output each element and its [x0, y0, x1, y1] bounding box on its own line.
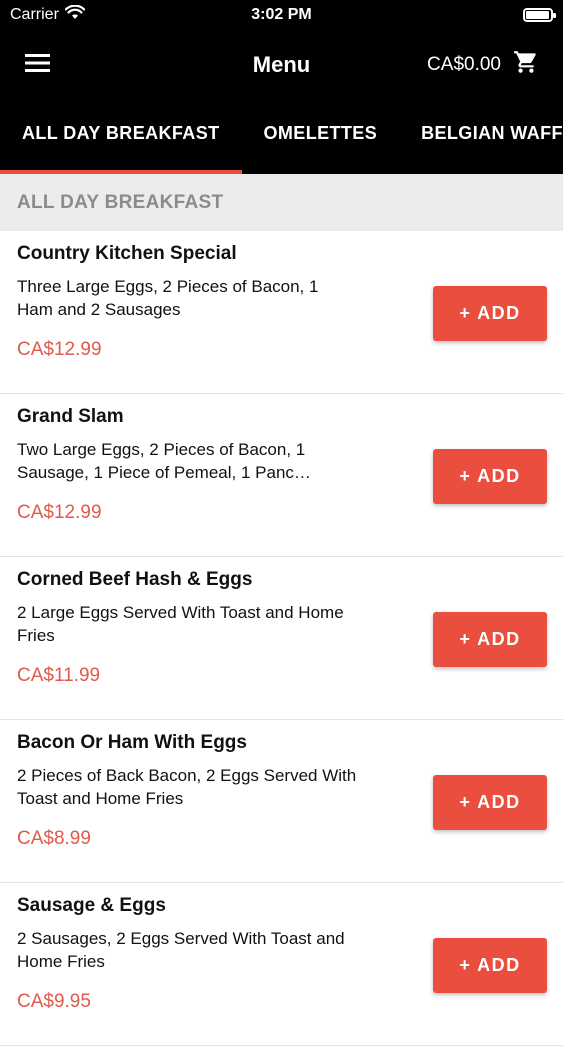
tab-omelettes[interactable]: OMELETTES [242, 100, 400, 174]
item-description: 2 Pieces of Back Bacon, 2 Eggs Served Wi… [17, 766, 357, 808]
section-header: ALL DAY BREAKFAST [0, 174, 563, 231]
add-button[interactable]: + ADD [433, 775, 547, 830]
item-name: Grand Slam [17, 406, 124, 427]
menu-item[interactable]: Sausage & Eggs 2 Sausages, 2 Eggs Served… [0, 883, 563, 1046]
status-bar: Carrier 3:02 PM [0, 0, 563, 30]
status-left: Carrier [10, 4, 86, 25]
add-button[interactable]: + ADD [433, 612, 547, 667]
item-description: 2 Sausages, 2 Eggs Served With Toast and… [17, 929, 345, 971]
menu-item[interactable]: Corned Beef Hash & Eggs 2 Large Eggs Ser… [0, 557, 563, 720]
tab-label: OMELETTES [263, 123, 378, 143]
item-price: CA$9.95 [17, 991, 91, 1012]
item-price: CA$12.99 [17, 502, 102, 523]
battery-icon [523, 8, 556, 22]
item-description: 2 Large Eggs Served With Toast and Home … [17, 603, 344, 645]
menu-item[interactable]: Bacon Or Ham With Eggs 2 Pieces of Back … [0, 720, 563, 883]
item-price: CA$8.99 [17, 828, 91, 849]
add-button[interactable]: + ADD [433, 938, 547, 993]
cart-total[interactable]: CA$0.00 [427, 54, 501, 76]
tab-belgian-waffles[interactable]: BELGIAN WAFFL [399, 100, 563, 174]
item-name: Country Kitchen Special [17, 243, 237, 264]
carrier-label: Carrier [10, 6, 59, 23]
item-name: Bacon Or Ham With Eggs [17, 732, 247, 753]
add-button[interactable]: + ADD [433, 449, 547, 504]
item-name: Sausage & Eggs [17, 895, 166, 916]
app-header: Carrier 3:02 PM Menu CA$0.00 ALL DAY BRE… [0, 0, 563, 174]
menu-item[interactable]: Grand Slam Two Large Eggs, 2 Pieces of B… [0, 394, 563, 557]
section-title: ALL DAY BREAKFAST [17, 191, 224, 213]
battery-fill [526, 11, 549, 19]
category-tabs: ALL DAY BREAKFAST OMELETTES BELGIAN WAFF… [0, 100, 563, 174]
item-price: CA$11.99 [17, 665, 101, 686]
menu-item[interactable]: Country Kitchen Special Three Large Eggs… [0, 231, 563, 394]
tab-label: BELGIAN WAFFL [421, 123, 563, 143]
item-name: Corned Beef Hash & Eggs [17, 569, 253, 590]
tab-all-day-breakfast[interactable]: ALL DAY BREAKFAST [0, 100, 242, 174]
hamburger-icon[interactable] [24, 52, 52, 79]
wifi-icon [64, 4, 86, 25]
item-description: Three Large Eggs, 2 Pieces of Bacon, 1 H… [17, 277, 319, 319]
item-description: Two Large Eggs, 2 Pieces of Bacon, 1 Sau… [17, 440, 311, 482]
cart-area[interactable]: CA$0.00 [427, 49, 539, 81]
tab-label: ALL DAY BREAKFAST [22, 123, 220, 143]
menu-list: Country Kitchen Special Three Large Eggs… [0, 231, 563, 1046]
add-button[interactable]: + ADD [433, 286, 547, 341]
nav-bar: Menu CA$0.00 [0, 30, 563, 100]
cart-icon[interactable] [513, 49, 539, 81]
item-price: CA$12.99 [17, 339, 102, 360]
